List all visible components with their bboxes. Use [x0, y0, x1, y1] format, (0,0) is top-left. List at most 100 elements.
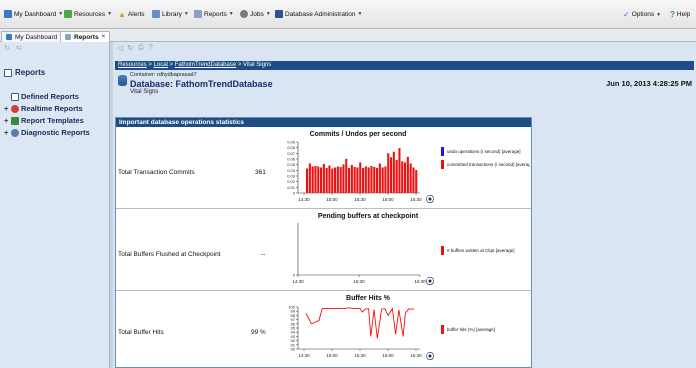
metric-label: Total Buffer Hits: [118, 329, 164, 336]
bar: [353, 166, 356, 193]
reports-sidebar: ↻ ⇆ Reports Defined Reports + Realtime R…: [0, 42, 110, 368]
chevron-down-icon: ▼: [656, 11, 662, 18]
tab-bar: My Dashboard × Reports ×: [0, 29, 696, 42]
expand-icon[interactable]: +: [4, 116, 9, 125]
sidebar-title: Reports: [4, 68, 45, 77]
refresh-icon[interactable]: ↻: [4, 44, 10, 52]
report-content: ◁ ↻ ⎙ ? Resources > Local > FathomTrendD…: [113, 42, 696, 368]
stats-panel: Important database operations statistics…: [115, 117, 532, 368]
y-tick-label: 0: [293, 273, 296, 278]
diagnostic-icon: [11, 128, 19, 137]
realtime-icon: [11, 104, 19, 113]
bar: [390, 157, 393, 193]
menu-my-dashboard[interactable]: My Dashboard ▼: [4, 10, 63, 18]
folder-icon: [11, 92, 19, 101]
chevron-down-icon: ▼: [228, 11, 234, 17]
x-tick-label: 14:30: [298, 197, 310, 202]
bar: [345, 158, 348, 193]
metric-value: 361: [255, 169, 266, 176]
pending-buffers-chart: Pending buffers at checkpoint 014:30 15:30…: [292, 213, 514, 286]
menu-options[interactable]: ✓ Options ▼: [623, 10, 661, 19]
y-tick-label: 0.09: [287, 140, 296, 145]
top-menubar: My Dashboard ▼ Resources ▼ ▲ Alerts Libr…: [0, 0, 696, 29]
expand-icon[interactable]: +: [4, 128, 9, 137]
bar: [328, 165, 331, 193]
breadcrumb: Resources > Local > FathomTrendDatabase …: [115, 61, 694, 70]
bar: [406, 156, 409, 193]
close-icon[interactable]: ×: [102, 34, 106, 40]
chart-options-icon: ⦿: [426, 351, 434, 361]
bar: [322, 163, 325, 193]
legend-label: buffer hits (%) [average]: [447, 327, 495, 332]
bar: [314, 165, 317, 193]
legend-swatch: [441, 147, 444, 156]
sidebar-item-label: Defined Reports: [21, 92, 79, 101]
chevron-down-icon: ▼: [183, 11, 189, 17]
x-tick-label: 16:30: [410, 353, 422, 358]
x-tick-label: 16:00: [382, 197, 394, 202]
menu-help[interactable]: ? Help: [670, 10, 690, 19]
bar: [325, 168, 328, 193]
y-tick-label: 0.06: [287, 157, 296, 162]
menu-label: Help: [676, 11, 691, 18]
tab-my-dashboard[interactable]: My Dashboard ×: [1, 31, 69, 42]
bar: [387, 153, 390, 193]
sidebar-item-defined-reports[interactable]: Defined Reports: [4, 92, 79, 101]
bar: [409, 163, 412, 193]
tab-label: Reports: [74, 33, 99, 41]
bar: [381, 167, 384, 193]
breadcrumb-resources[interactable]: Resources: [118, 62, 147, 68]
menu-resources[interactable]: Resources ▼: [64, 10, 112, 18]
legend-label: committed transactions (/ second) [avera…: [447, 162, 530, 167]
x-tick-label: 16:30: [414, 279, 426, 284]
y-tick-label: 0.02: [287, 179, 296, 184]
reports-icon: [194, 10, 202, 18]
jobs-icon: [240, 10, 248, 18]
y-tick-label: 100: [288, 305, 295, 310]
bar: [384, 166, 387, 193]
menu-database-administration[interactable]: Database Administration ▼: [275, 10, 362, 18]
metric-value: --: [261, 251, 266, 258]
bar: [331, 168, 334, 193]
back-icon[interactable]: ◁: [117, 44, 122, 52]
metric-row-commits: Total Transaction Commits 361 Commits / …: [116, 127, 531, 209]
container-label: Container: rdhydbaprasad7: [130, 72, 197, 78]
report-datetime: Jun 10, 2013 4:28:25 PM: [606, 79, 692, 88]
sidebar-item-label: Report Templates: [21, 116, 84, 125]
sidebar-item-realtime-reports[interactable]: + Realtime Reports: [4, 104, 83, 113]
sidebar-item-report-templates[interactable]: + Report Templates: [4, 116, 84, 125]
tab-reports[interactable]: Reports ×: [60, 31, 111, 42]
print-icon[interactable]: ⎙: [138, 44, 144, 52]
legend-swatch: [441, 246, 444, 255]
breadcrumb-local[interactable]: Local: [154, 62, 168, 68]
menu-jobs[interactable]: Jobs ▼: [240, 10, 271, 18]
menu-alerts[interactable]: ▲ Alerts: [118, 10, 145, 19]
resources-icon: [64, 10, 72, 18]
bar: [364, 166, 367, 193]
commits-chart: Commits / Undos per second00.010.020.030…: [287, 131, 530, 204]
page-subtitle: Vital Signs: [130, 89, 159, 95]
y-tick-label: 0.08: [287, 145, 296, 150]
database-prefix: Database:: [130, 79, 174, 89]
dashboard-icon: [6, 34, 12, 40]
sidebar-title-label: Reports: [15, 68, 46, 77]
options-check-icon: ✓: [623, 10, 630, 19]
collapse-icon[interactable]: ⇆: [16, 44, 22, 52]
y-tick-label: 0.01: [287, 185, 296, 190]
help-icon[interactable]: ?: [149, 44, 153, 52]
bar: [415, 170, 418, 193]
bar: [342, 164, 345, 193]
bar: [306, 168, 309, 193]
menu-library[interactable]: Library ▼: [152, 10, 189, 18]
menu-reports[interactable]: Reports ▼: [194, 10, 234, 18]
sidebar-toolbar: ↻ ⇆: [0, 42, 109, 53]
buffer-hits-chart: Buffer Hits %9091929394959697989910014:3…: [288, 295, 495, 361]
menu-label: Reports: [204, 10, 227, 18]
breadcrumb-database[interactable]: FathomTrendDatabase: [175, 62, 236, 68]
breadcrumb-separator: >: [146, 62, 154, 68]
refresh-icon[interactable]: ↻: [127, 44, 133, 52]
bar: [367, 167, 370, 193]
sidebar-item-diagnostic-reports[interactable]: + Diagnostic Reports: [4, 128, 90, 137]
metric-row-buffers-flushed: Total Buffers Flushed at Checkpoint -- P…: [116, 209, 531, 291]
expand-icon[interactable]: +: [4, 104, 9, 113]
